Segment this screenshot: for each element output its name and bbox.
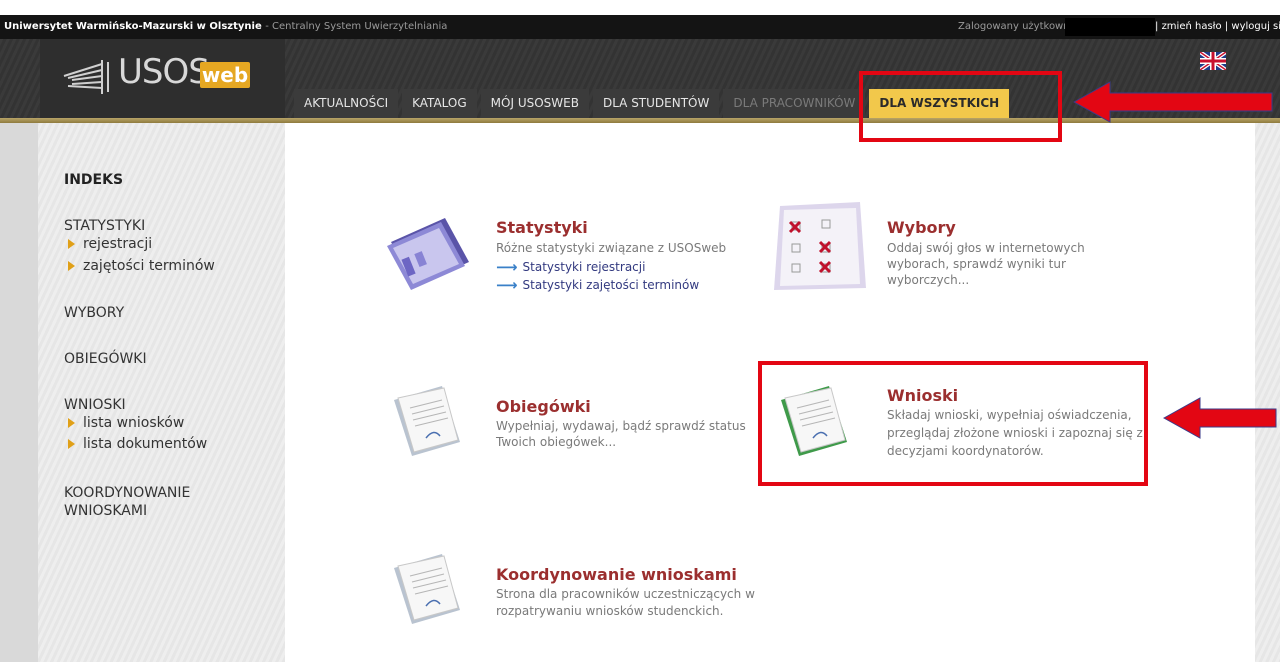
document-icon (394, 554, 460, 624)
redacted-username (1065, 18, 1155, 36)
sidebar-item-lista-dokumentow[interactable]: lista dokumentów (68, 436, 207, 452)
left-edge (0, 123, 38, 662)
statystyki-rejestracji-link[interactable]: ⟶ Statystyki rejestracji (496, 258, 645, 276)
sidebar-item-label: lista wniosków (83, 415, 185, 431)
logo-text: USOS (118, 52, 210, 92)
bullet-icon (68, 239, 75, 249)
logo-lines-icon (63, 60, 109, 94)
top-info-bar: Uniwersytet Warmińsko-Mazurski w Olsztyn… (0, 15, 1280, 39)
document-icon (394, 386, 460, 456)
tab-moj-usosweb[interactable]: MÓJ USOSWEB (480, 89, 589, 118)
tab-dla-pracownikow[interactable]: DLA PRACOWNIKÓW (723, 89, 866, 118)
sidebar-item-label: zajętości terminów (83, 258, 215, 274)
red-arrow-left-icon (1162, 397, 1277, 439)
separator: | (1155, 21, 1159, 32)
system-label: - Centralny System Uwierzytelniania (265, 21, 448, 32)
sidebar-title: INDEKS (64, 172, 124, 188)
statistics-chart-icon (387, 218, 469, 290)
bullet-icon (68, 261, 75, 271)
statystyki-zajetosci-link[interactable]: ⟶ Statystyki zajętości terminów (496, 276, 699, 294)
obiegowki-title[interactable]: Obiegówki (496, 397, 591, 416)
sidebar (0, 123, 285, 662)
highlight-box-wnioski (758, 361, 1148, 486)
university-name: Uniwersytet Warmińsko-Mazurski w Olsztyn… (4, 15, 447, 39)
tab-aktualnosci[interactable]: AKTUALNOŚCI (294, 89, 399, 118)
highlight-box-tab (859, 71, 1062, 142)
bullet-icon (68, 418, 75, 428)
sidebar-item-lista-wnioskow[interactable]: lista wniosków (68, 415, 184, 431)
right-edge (1255, 123, 1280, 662)
logout-link[interactable]: wyloguj się (1231, 21, 1280, 32)
sidebar-item-obiegowki[interactable]: OBIEGÓWKI (64, 351, 147, 367)
sidebar-item-statystyki[interactable]: STATYSTYKI (64, 218, 145, 234)
statystyki-title[interactable]: Statystyki (496, 218, 588, 237)
logo-web-badge: web (200, 62, 250, 88)
koordynowanie-desc-1: Strona dla pracowników uczestniczących w (496, 587, 755, 601)
top-white-strip (0, 0, 1280, 15)
link-label: Statystyki rejestracji (522, 260, 646, 274)
sidebar-item-wybory[interactable]: WYBORY (64, 305, 124, 321)
wybory-desc-3: wyborczych... (887, 273, 970, 287)
sidebar-item-wnioski[interactable]: WNIOSKI (64, 397, 126, 413)
arrow-right-icon: ⟶ (496, 276, 518, 294)
tab-katalog[interactable]: KATALOG (402, 89, 477, 118)
change-password-link[interactable]: zmień hasło (1162, 21, 1222, 32)
wybory-title[interactable]: Wybory (887, 218, 956, 237)
sidebar-item-label: lista dokumentów (83, 436, 208, 452)
account-links: | zmień hasło | wyloguj się (1155, 15, 1280, 39)
koordynowanie-title[interactable]: Koordynowanie wnioskami (496, 565, 737, 584)
logged-user-label: Zalogowany użytkownik (958, 21, 1079, 32)
sidebar-item-rejestracji[interactable]: rejestracji (68, 236, 152, 252)
bullet-icon (68, 439, 75, 449)
university-label: Uniwersytet Warmińsko-Mazurski w Olsztyn… (4, 21, 262, 32)
separator: | (1224, 21, 1229, 32)
tab-dla-studentow[interactable]: DLA STUDENTÓW (592, 89, 720, 118)
ballot-icon (774, 202, 866, 290)
obiegowki-desc-2: Twoich obiegówek... (496, 435, 617, 449)
link-label: Statystyki zajętości terminów (522, 278, 700, 292)
red-arrow-left-icon (1072, 81, 1273, 123)
sidebar-item-zajetosci[interactable]: zajętości terminów (68, 258, 215, 274)
wybory-desc-2: wyborach, sprawdź wyniki tur (887, 257, 1066, 271)
statystyki-desc: Różne statystyki związane z USOSweb (496, 241, 727, 255)
sidebar-item-koordynowanie-2[interactable]: WNIOSKAMI (64, 503, 147, 519)
obiegowki-desc-1: Wypełniaj, wydawaj, bądź sprawdź status (496, 419, 746, 433)
sidebar-item-label: rejestracji (83, 236, 153, 252)
koordynowanie-desc-2: rozpatrywaniu wniosków studenckich. (496, 604, 724, 618)
arrow-right-icon: ⟶ (496, 258, 518, 276)
sidebar-item-koordynowanie[interactable]: KOORDYNOWANIE (64, 485, 190, 501)
wybory-desc-1: Oddaj swój głos w internetowych (887, 241, 1085, 255)
uk-flag-icon[interactable] (1200, 52, 1226, 70)
